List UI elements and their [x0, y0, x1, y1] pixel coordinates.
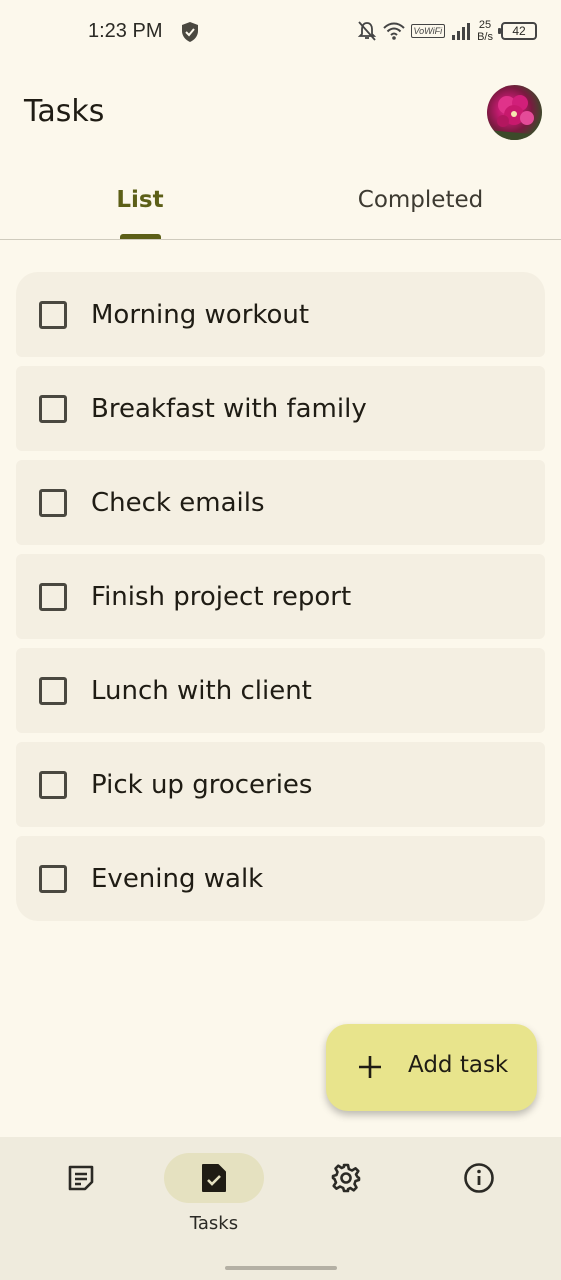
task-checkbox[interactable]	[39, 582, 67, 611]
network-speed-unit: B/s	[477, 31, 493, 43]
signal-icon	[452, 23, 471, 40]
task-item[interactable]: Morning workout	[16, 272, 545, 357]
task-label: Breakfast with family	[91, 393, 367, 424]
nav-item-notes[interactable]	[31, 1153, 131, 1233]
status-time: 1:23 PM	[88, 20, 163, 42]
task-label: Evening walk	[91, 863, 264, 894]
plus-icon	[359, 1056, 381, 1078]
nav-pill	[31, 1153, 131, 1203]
nav-item-info[interactable]	[429, 1153, 529, 1233]
nav-pill	[429, 1153, 529, 1203]
task-item[interactable]: Check emails	[16, 460, 545, 545]
nav-label-tasks: Tasks	[189, 1213, 239, 1234]
task-checkbox[interactable]	[39, 864, 67, 893]
add-task-button[interactable]: Add task	[326, 1024, 537, 1111]
task-label: Check emails	[91, 487, 265, 518]
status-bar: 1:23 PM VoWiFi 25 B/s 42	[0, 0, 561, 64]
notes-icon	[68, 1165, 94, 1191]
nav-item-tasks[interactable]: Tasks	[164, 1153, 264, 1234]
nav-pill-active	[164, 1153, 264, 1203]
task-item[interactable]: Breakfast with family	[16, 366, 545, 451]
info-icon	[464, 1163, 494, 1193]
task-label: Finish project report	[91, 581, 352, 612]
add-task-label: Add task	[408, 1052, 509, 1078]
vowifi-icon: VoWiFi	[410, 24, 446, 38]
task-item[interactable]: Evening walk	[16, 836, 545, 921]
notifications-off-icon	[357, 21, 376, 41]
tab-completed[interactable]: Completed	[280, 170, 561, 239]
wifi-icon	[382, 22, 405, 40]
tab-indicator	[120, 234, 161, 239]
task-check-icon	[202, 1164, 226, 1192]
task-item[interactable]: Pick up groceries	[16, 742, 545, 827]
task-checkbox[interactable]	[39, 394, 67, 423]
shield-icon	[182, 22, 198, 42]
avatar-image	[487, 95, 542, 140]
battery-level: 42	[512, 24, 526, 38]
tab-list-label: List	[116, 187, 164, 213]
battery-indicator: 42	[498, 22, 537, 40]
task-item[interactable]: Lunch with client	[16, 648, 545, 733]
avatar[interactable]	[487, 85, 542, 140]
tab-list[interactable]: List	[0, 170, 280, 239]
task-checkbox[interactable]	[39, 300, 67, 329]
network-speed-value: 25	[478, 19, 492, 31]
tab-bar: List Completed	[0, 170, 561, 240]
task-item[interactable]: Finish project report	[16, 554, 545, 639]
nav-pill	[296, 1153, 396, 1203]
task-label: Morning workout	[91, 299, 310, 330]
task-checkbox[interactable]	[39, 770, 67, 799]
task-list: Morning workout Breakfast with family Ch…	[16, 272, 545, 930]
task-label: Pick up groceries	[91, 769, 313, 800]
network-speed: 25 B/s	[477, 19, 493, 43]
task-checkbox[interactable]	[39, 676, 67, 705]
task-checkbox[interactable]	[39, 488, 67, 517]
bottom-navigation: Tasks	[0, 1137, 561, 1280]
task-label: Lunch with client	[91, 675, 312, 706]
status-icons: VoWiFi 25 B/s 42	[357, 16, 537, 46]
gesture-bar[interactable]	[225, 1266, 337, 1270]
nav-item-settings[interactable]	[296, 1153, 396, 1233]
page-title: Tasks	[24, 94, 105, 129]
tab-completed-label: Completed	[357, 187, 484, 213]
settings-gear-icon	[331, 1163, 361, 1193]
